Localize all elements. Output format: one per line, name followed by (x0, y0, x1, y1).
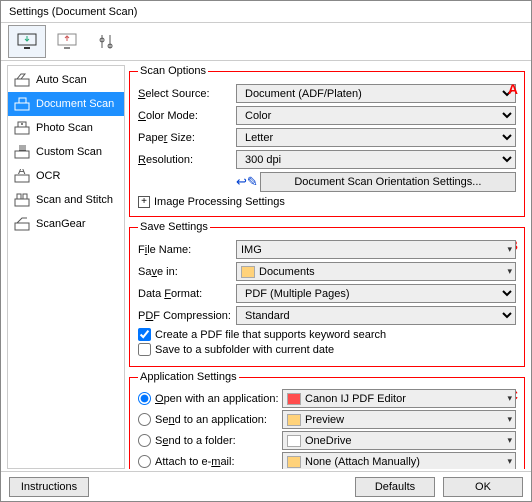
main-panel: Scan Options A Select Source: Document (… (129, 65, 525, 469)
sidebar-item-label: Photo Scan (36, 122, 93, 134)
send-to-app-radio[interactable]: Send to an application: (138, 413, 282, 426)
color-mode-combo[interactable]: Color (236, 106, 516, 125)
sidebar-item-label: ScanGear (36, 218, 86, 230)
folder-icon (287, 435, 301, 447)
return-arrow-icon: ↩✎ (236, 174, 258, 190)
sidebar-item-document-scan[interactable]: Document Scan (8, 92, 124, 116)
ok-button[interactable]: OK (443, 477, 523, 497)
application-settings-legend: Application Settings (138, 371, 239, 383)
footer: Instructions Defaults OK (1, 471, 531, 501)
sidebar-item-label: Auto Scan (36, 74, 87, 86)
resolution-combo[interactable]: 300 dpi (236, 150, 516, 169)
data-format-label: Data Format: (138, 288, 236, 300)
open-with-combo[interactable]: Canon IJ PDF Editor ▾ (282, 389, 516, 408)
open-with-radio[interactable]: Open with an application: (138, 392, 282, 405)
monitor-down-icon (16, 33, 38, 51)
document-scan-icon (14, 97, 30, 111)
save-in-label: Save in: (138, 266, 236, 278)
paper-size-combo[interactable]: Letter (236, 128, 516, 147)
save-settings-group: Save Settings B File Name: IMG ▾ Save in… (129, 221, 525, 367)
subfolder-date-input[interactable] (138, 343, 151, 356)
svg-text:A: A (18, 169, 26, 177)
chevron-down-icon: ▾ (507, 414, 512, 425)
chevron-down-icon: ▾ (507, 393, 512, 404)
subfolder-date-checkbox[interactable]: Save to a subfolder with current date (138, 343, 516, 356)
select-source-combo[interactable]: Document (ADF/Platen) (236, 84, 516, 103)
attach-email-combo[interactable]: None (Attach Manually) ▾ (282, 452, 516, 469)
plus-icon: + (138, 196, 150, 208)
toolbar-scan-from-panel[interactable] (48, 25, 86, 58)
instructions-button[interactable]: Instructions (9, 477, 89, 497)
scangear-icon (14, 217, 30, 231)
sidebar-item-custom-scan[interactable]: Custom Scan (8, 140, 124, 164)
select-source-label: Select Source: (138, 88, 236, 100)
folder-icon (287, 414, 301, 426)
chevron-down-icon: ▾ (507, 456, 512, 467)
orientation-settings-button[interactable]: Document Scan Orientation Settings... (260, 172, 516, 192)
pdf-compression-label: PDF Compression: (138, 310, 236, 322)
sidebar-item-scan-and-stitch[interactable]: Scan and Stitch (8, 188, 124, 212)
sidebar-item-auto-scan[interactable]: Auto Scan (8, 68, 124, 92)
send-to-folder-combo[interactable]: OneDrive ▾ (282, 431, 516, 450)
folder-icon (241, 266, 255, 278)
auto-scan-icon (14, 73, 30, 87)
sidebar-item-label: OCR (36, 170, 60, 182)
application-settings-group: Application Settings C Open with an appl… (129, 371, 525, 469)
keyword-search-checkbox[interactable]: Create a PDF file that supports keyword … (138, 328, 516, 341)
sidebar-item-label: Scan and Stitch (36, 194, 113, 206)
send-to-folder-radio[interactable]: Send to a folder: (138, 434, 282, 447)
pdf-compression-combo[interactable]: Standard (236, 306, 516, 325)
color-mode-label: Color Mode: (138, 110, 236, 122)
data-format-combo[interactable]: PDF (Multiple Pages) (236, 284, 516, 303)
file-name-combo[interactable]: IMG ▾ (236, 240, 516, 259)
monitor-up-icon (56, 33, 78, 51)
image-processing-label: Image Processing Settings (154, 196, 285, 208)
toolbar (1, 23, 531, 61)
sidebar-item-ocr[interactable]: A OCR (8, 164, 124, 188)
ocr-icon: A (14, 169, 30, 183)
sidebar-item-label: Custom Scan (36, 146, 102, 158)
custom-scan-icon (14, 145, 30, 159)
scan-options-legend: Scan Options (138, 65, 208, 77)
folder-icon (287, 456, 301, 468)
save-settings-legend: Save Settings (138, 221, 210, 233)
toolbar-general-settings[interactable] (88, 25, 126, 58)
attach-email-radio[interactable]: Attach to e-mail: (138, 455, 282, 468)
save-in-combo[interactable]: Documents ▾ (236, 262, 516, 281)
sidebar: Auto Scan Document Scan Photo Scan Custo… (7, 65, 125, 469)
image-processing-expander[interactable]: + Image Processing Settings (138, 196, 516, 208)
chevron-down-icon: ▾ (507, 435, 512, 446)
toolbar-scan-from-computer[interactable] (8, 25, 46, 58)
sidebar-item-label: Document Scan (36, 98, 114, 110)
stitch-icon (14, 193, 30, 207)
defaults-button[interactable]: Defaults (355, 477, 435, 497)
send-to-app-combo[interactable]: Preview ▾ (282, 410, 516, 429)
file-name-label: File Name: (138, 244, 236, 256)
sidebar-item-scangear[interactable]: ScanGear (8, 212, 124, 236)
photo-scan-icon (14, 121, 30, 135)
keyword-search-input[interactable] (138, 328, 151, 341)
paper-size-label: Paper Size: (138, 132, 236, 144)
settings-window: Settings (Document Scan) Auto Scan Docum… (0, 0, 532, 502)
window-title: Settings (Document Scan) (1, 1, 531, 23)
chevron-down-icon: ▾ (507, 244, 512, 255)
resolution-label: Resolution: (138, 154, 236, 166)
tools-icon (97, 33, 117, 51)
scan-options-group: Scan Options A Select Source: Document (… (129, 65, 525, 217)
chevron-down-icon: ▾ (507, 266, 512, 277)
annotation-a: A (508, 81, 518, 97)
app-icon (287, 393, 301, 405)
sidebar-item-photo-scan[interactable]: Photo Scan (8, 116, 124, 140)
